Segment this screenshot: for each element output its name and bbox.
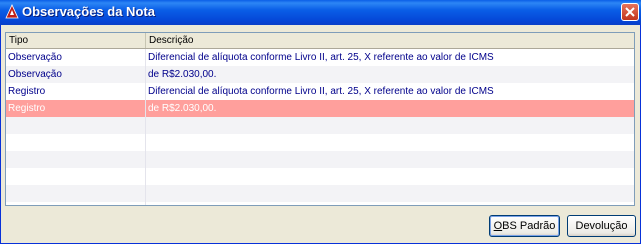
notes-grid[interactable]: Tipo Descrição Observação Diferencial de… <box>5 32 635 206</box>
cell-descricao: Diferencial de alíquota conforme Livro I… <box>148 86 494 97</box>
obs-padrao-label: BS Padrão <box>502 220 556 232</box>
obs-padrao-mnemonic: O <box>493 220 503 232</box>
cell-tipo: Observação <box>8 52 62 63</box>
table-row[interactable]: Registro Diferencial de alíquota conform… <box>6 83 634 100</box>
app-icon <box>4 4 20 20</box>
observacoes-dialog: Observações da Nota Tipo Descrição Obser… <box>0 0 641 244</box>
empty-row[interactable] <box>6 134 634 151</box>
empty-row[interactable] <box>6 117 634 134</box>
column-header-descricao[interactable]: Descrição <box>146 33 634 48</box>
column-header-tipo[interactable]: Tipo <box>6 33 146 48</box>
grid-header: Tipo Descrição <box>6 33 634 49</box>
table-row[interactable]: Observação Diferencial de alíquota confo… <box>6 49 634 66</box>
close-button[interactable] <box>621 3 639 21</box>
empty-row[interactable] <box>6 151 634 168</box>
column-divider <box>145 49 146 205</box>
devolucao-button[interactable]: Devolução <box>567 215 636 237</box>
cell-tipo: Registro <box>8 103 46 114</box>
cell-descricao: de R$2.030,00. <box>148 69 217 80</box>
cell-descricao: Diferencial de alíquota conforme Livro I… <box>148 52 494 63</box>
title-bar[interactable]: Observações da Nota <box>0 0 641 25</box>
window-title: Observações da Nota <box>22 4 155 19</box>
empty-row[interactable] <box>6 185 634 202</box>
cell-tipo: Registro <box>8 86 46 97</box>
cell-tipo: Observação <box>8 69 62 80</box>
empty-row[interactable] <box>6 168 634 185</box>
table-row-selected[interactable]: Registro de R$2.030,00. <box>6 100 634 117</box>
close-icon <box>625 7 635 17</box>
obs-padrao-button[interactable]: OBS Padrão <box>489 215 560 237</box>
cell-descricao: de R$2.030,00. <box>148 103 217 114</box>
table-row[interactable]: Observação de R$2.030,00. <box>6 66 634 83</box>
